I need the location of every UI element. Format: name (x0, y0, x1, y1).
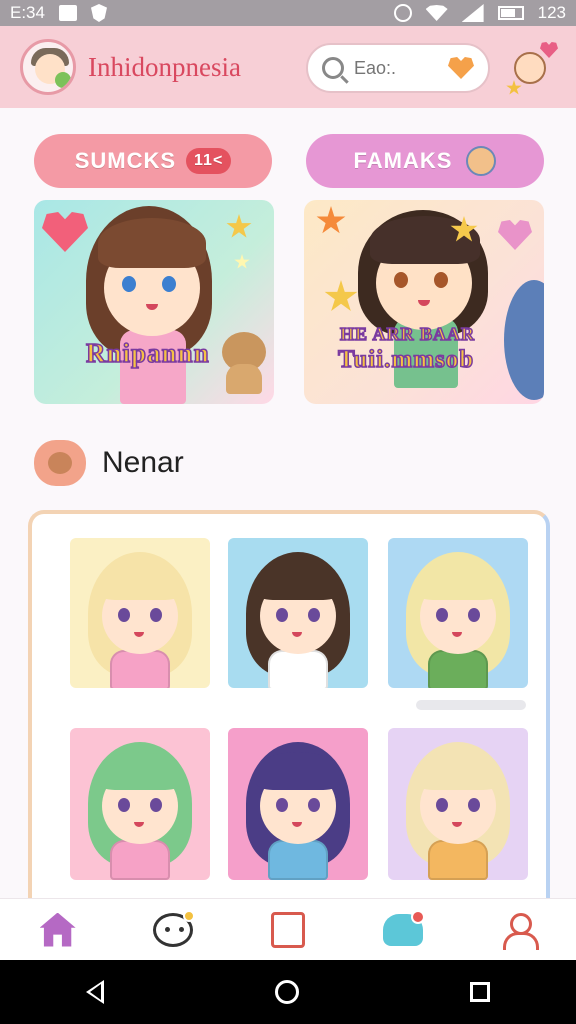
star-icon (324, 280, 358, 311)
user-icon (503, 912, 540, 950)
character-tile[interactable] (388, 728, 528, 880)
heart-icon (498, 220, 532, 250)
tab-badge: 11< (186, 148, 232, 174)
notification-dot (411, 909, 426, 924)
wifi-icon (425, 5, 448, 21)
section-header: Nenar (34, 440, 184, 486)
status-number: 123 (537, 3, 566, 22)
nav-profile[interactable] (494, 906, 542, 954)
calendar-icon (270, 911, 305, 948)
heart-icon (42, 212, 88, 252)
star-icon (506, 80, 522, 95)
search-input[interactable] (354, 57, 434, 79)
vibrate-icon (393, 4, 412, 22)
character-face-icon (466, 146, 497, 176)
tab-label: FAMAKS (353, 148, 453, 173)
tab-label: SUMCKS (74, 148, 177, 173)
side-character (504, 280, 544, 400)
character-tile[interactable] (388, 538, 528, 688)
profile-avatar[interactable] (506, 42, 558, 96)
nav-chat[interactable] (149, 906, 197, 954)
character-tile[interactable] (70, 728, 210, 880)
featured-card-right[interactable]: HE ARR BAAR Tuii.mmsob (304, 200, 544, 404)
status-time: E:34 (10, 3, 45, 22)
character-tile[interactable] (70, 538, 210, 688)
status-bar: E:34 123 (0, 0, 576, 26)
app-title: Inhidonpnesia (88, 51, 241, 82)
cookie-character-icon (34, 440, 86, 486)
heart-icon (540, 42, 558, 58)
notification-icon (58, 5, 77, 21)
nav-calendar[interactable] (264, 906, 312, 954)
search-bar[interactable] (306, 43, 490, 93)
back-icon[interactable] (85, 980, 104, 1004)
featured-card-left[interactable]: Rnipannn (34, 200, 274, 404)
featured-banner-bottom: Tuii.mmsob (337, 345, 475, 374)
app-logo-avatar[interactable] (20, 39, 76, 95)
scroll-indicator (416, 700, 526, 710)
flower-icon (316, 206, 346, 234)
heart-icon[interactable] (448, 57, 474, 79)
home-icon (39, 912, 76, 947)
signal-icon (461, 4, 484, 22)
sparkle-icon (234, 254, 250, 269)
search-icon (322, 57, 344, 79)
featured-banner: Rnipannn (85, 337, 210, 369)
shield-icon (90, 4, 107, 22)
notification-dot (182, 909, 195, 922)
system-nav-bar (0, 960, 576, 1024)
section-title: Nenar (102, 446, 184, 479)
nav-home[interactable] (34, 906, 82, 954)
home-circle-icon[interactable] (274, 980, 299, 1004)
tab-sumcks[interactable]: SUMCKS 11< (34, 134, 272, 188)
nav-creature[interactable] (379, 906, 427, 954)
battery-icon (497, 6, 524, 20)
star-icon (226, 214, 252, 238)
tab-famaks[interactable]: FAMAKS (306, 134, 544, 188)
character-tile[interactable] (228, 538, 368, 688)
character-tile[interactable] (228, 728, 368, 880)
bottom-nav (0, 898, 576, 960)
recents-icon[interactable] (470, 982, 491, 1002)
featured-banner-top: HE ARR BAAR (339, 323, 476, 345)
